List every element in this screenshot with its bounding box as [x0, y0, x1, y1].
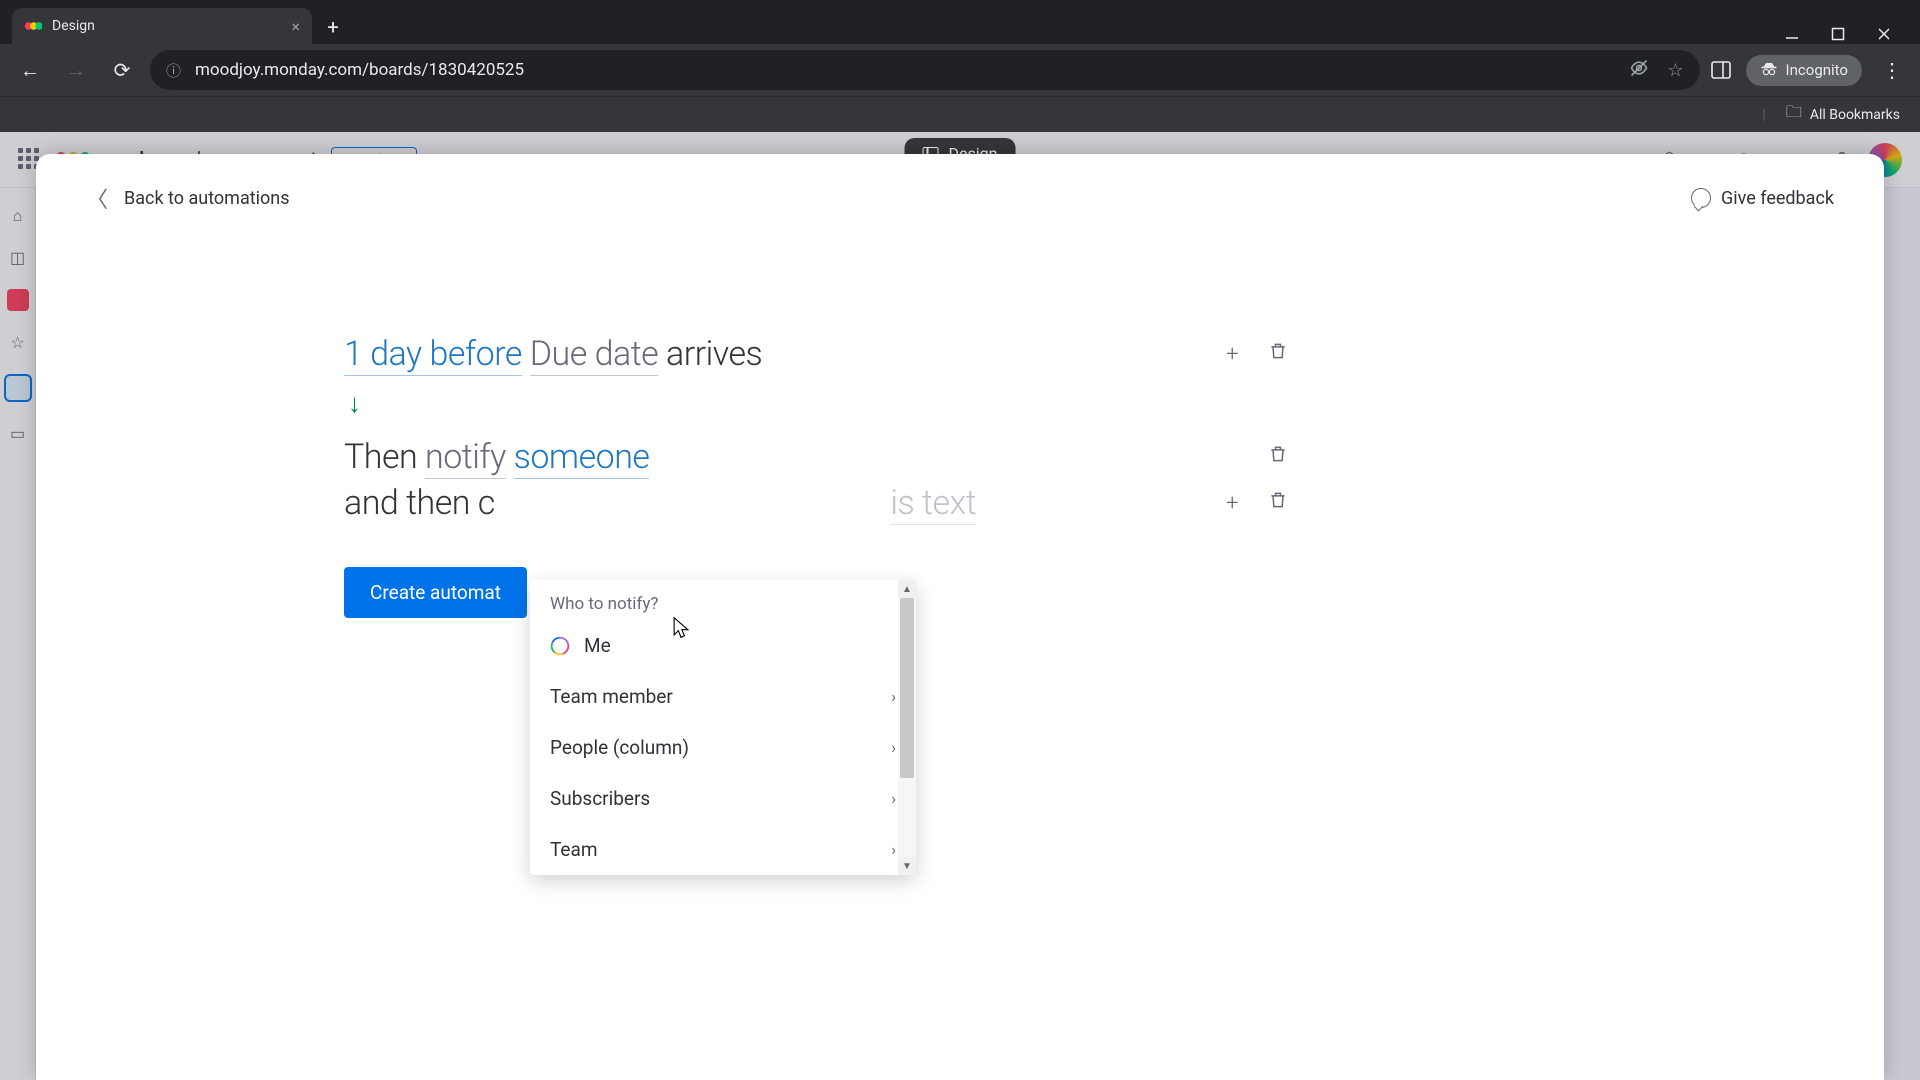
url-text: moodjoy.monday.com/boards/1830420525 — [195, 60, 524, 80]
window-minimize-icon[interactable] — [1782, 24, 1802, 44]
back-label: Back to automations — [124, 188, 290, 209]
date-column-token[interactable]: Due date — [530, 334, 658, 376]
popover-option-label: Subscribers — [550, 787, 650, 810]
time-offset-token[interactable]: 1 day before — [344, 334, 522, 376]
popover-option-team-member[interactable]: Team member › — [530, 671, 916, 722]
incognito-label: Incognito — [1786, 61, 1848, 79]
bookmarks-bar: | 🗀 All Bookmarks — [0, 96, 1920, 132]
incognito-badge[interactable]: Incognito — [1746, 55, 1862, 86]
side-panel-icon[interactable] — [1710, 59, 1732, 81]
nav-back-button[interactable]: ← — [12, 52, 48, 88]
notify-token[interactable]: notify — [425, 437, 506, 479]
trigger-row: 1 day before Due date arrives + — [344, 334, 1296, 374]
url-field[interactable]: ⓘ moodjoy.monday.com/boards/1830420525 ☆ — [150, 50, 1700, 90]
browser-menu-icon[interactable]: ⋮ — [1876, 58, 1908, 82]
chevron-right-icon: › — [891, 789, 896, 808]
someone-token[interactable]: someone — [514, 437, 650, 479]
who-to-notify-popover: ▲ ▼ Who to notify? MeTeam member›People … — [530, 580, 916, 875]
modal-header: 〈 Back to automations Give feedback — [36, 154, 1884, 214]
create-automation-button[interactable]: Create automat — [344, 567, 527, 618]
delete-second-action-button[interactable] — [1268, 489, 1288, 517]
trigger-suffix: arrives — [666, 334, 762, 374]
delete-trigger-button[interactable] — [1268, 340, 1288, 368]
popover-option-label: Team — [550, 838, 598, 861]
back-to-automations-link[interactable]: 〈 Back to automations — [86, 182, 290, 214]
popover-option-label: Team member — [550, 685, 673, 708]
flow-arrow-icon: ↓ — [348, 388, 1296, 419]
popover-option-label: Me — [584, 634, 611, 657]
add-action-button[interactable]: + — [1226, 491, 1238, 516]
tab-favicon-icon — [24, 17, 42, 35]
give-feedback-link[interactable]: Give feedback — [1691, 188, 1834, 209]
popover-title: Who to notify? — [530, 580, 916, 620]
browser-tab-strip: Design × + — [0, 0, 1920, 44]
action-second-row: and then c is text + — [344, 483, 1296, 523]
browser-tab[interactable]: Design × — [12, 8, 312, 44]
delete-notify-button[interactable] — [1268, 443, 1288, 471]
browser-toolbar: ← → ⟳ ⓘ moodjoy.monday.com/boards/183042… — [0, 44, 1920, 96]
scroll-down-button[interactable]: ▼ — [898, 857, 916, 875]
scroll-up-button[interactable]: ▲ — [898, 580, 916, 598]
bookmark-star-icon[interactable]: ☆ — [1667, 60, 1683, 81]
chevron-right-icon: › — [891, 687, 896, 706]
popover-option-subscribers[interactable]: Subscribers › — [530, 773, 916, 824]
and-then-prefix: and then c — [344, 483, 495, 523]
window-maximize-icon[interactable] — [1828, 24, 1848, 44]
window-close-icon[interactable] — [1874, 24, 1894, 44]
chevron-right-icon: › — [891, 840, 896, 859]
add-condition-button[interactable]: + — [1226, 342, 1238, 367]
popover-option-me[interactable]: Me — [530, 620, 916, 671]
eye-off-icon[interactable] — [1629, 58, 1649, 83]
feedback-icon — [1691, 188, 1711, 208]
new-tab-button[interactable]: + — [318, 12, 348, 42]
tab-close-icon[interactable]: × — [291, 17, 300, 36]
popover-option-people-column-[interactable]: People (column) › — [530, 722, 916, 773]
action-notify-row: Then notify someone — [344, 437, 1296, 477]
feedback-label: Give feedback — [1721, 188, 1834, 209]
popover-scrollbar-thumb[interactable] — [900, 598, 914, 778]
incognito-icon — [1760, 61, 1778, 80]
all-bookmarks-link[interactable]: All Bookmarks — [1810, 107, 1900, 123]
site-info-icon[interactable]: ⓘ — [166, 60, 181, 81]
popover-option-team[interactable]: Team › — [530, 824, 916, 875]
window-controls — [1782, 24, 1908, 44]
divider: | — [1762, 107, 1765, 123]
page-viewport: monday work management See plans ⬡ ◻ ⊕ ⌗… — [0, 132, 1920, 1080]
then-prefix: Then — [344, 437, 425, 477]
popover-option-label: People (column) — [550, 736, 689, 759]
me-avatar-icon — [550, 636, 570, 656]
create-automation-label: Create automat — [370, 581, 501, 604]
chevron-left-icon: 〈 — [86, 182, 108, 214]
nav-reload-button[interactable]: ⟳ — [104, 52, 140, 88]
automation-modal: 〈 Back to automations Give feedback 1 da… — [36, 154, 1884, 1080]
nav-forward-button[interactable]: → — [58, 52, 94, 88]
folder-icon: 🗀 — [1786, 101, 1802, 128]
tab-title: Design — [52, 18, 95, 34]
placeholder-token[interactable]: is text — [890, 483, 976, 525]
automation-builder: 1 day before Due date arrives + ↓ Then — [36, 214, 1296, 618]
chevron-right-icon: › — [891, 738, 896, 757]
